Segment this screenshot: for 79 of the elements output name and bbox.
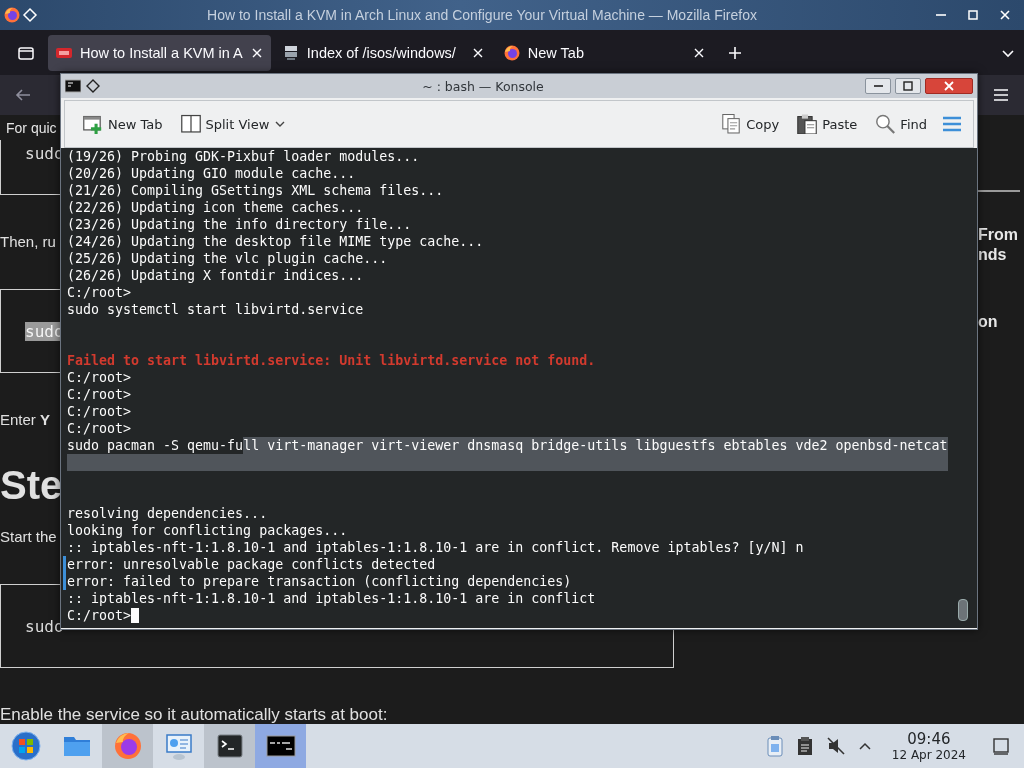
clock-date: 12 Apr 2024 — [891, 747, 966, 762]
terminal-icon — [214, 731, 245, 761]
clock[interactable]: 09:46 12 Apr 2024 — [891, 730, 966, 762]
shell-prompt: C:/root> — [67, 403, 132, 420]
muted-speaker-icon[interactable] — [825, 736, 846, 756]
maximize-icon — [902, 80, 914, 92]
toolbar-button[interactable]: Split View — [176, 110, 291, 138]
toolbar-button[interactable]: Find — [871, 110, 931, 138]
tab-favicon — [503, 44, 520, 61]
banner-text: For quic — [6, 119, 57, 136]
start-menu-icon — [10, 731, 41, 761]
terminal-line: looking for conflicting packages... — [67, 522, 348, 539]
toolbar-button[interactable]: Paste — [793, 110, 862, 138]
paragraph-text: Enable the service so it automatically starts at boot: — [0, 705, 388, 724]
section-heading: Ste — [0, 465, 64, 505]
paste-icon — [797, 114, 818, 134]
terminal-line: :: iptables-nft-1:1.8.10-1 and iptables-1:1.8.10-1 are in conflict. Remove iptables? [y/N] n — [67, 539, 804, 556]
clipboard-icon[interactable] — [765, 735, 784, 757]
firefox-icon — [4, 7, 20, 23]
terminal-line: (25/26) Updating the vlc plugin cache... — [67, 250, 388, 267]
new-tab-icon — [83, 114, 103, 134]
close-icon[interactable] — [692, 46, 705, 59]
terminal-icon — [65, 79, 81, 93]
browser-tab[interactable]: New Tab — [495, 34, 713, 71]
paragraph-text: Then, ru — [0, 233, 56, 250]
toolbar-button[interactable]: New Tab — [79, 110, 167, 138]
terminal-line: sudo pacman -S qemu-full virt-manager virt-viewer dnsmasq bridge-utils libguestfs ebtables vde2 openbsd-netcat — [67, 437, 948, 454]
window-title: How to Install a KVM in Arch Linux and Configure Your Virtual Machine — Mozilla Firefox — [206, 7, 758, 23]
firefox-icon — [112, 731, 143, 761]
shell-prompt: C:/root> — [67, 284, 132, 301]
split-view-icon — [180, 114, 201, 134]
terminal-line: (22/26) Updating icon theme caches... — [67, 199, 364, 216]
plus-icon[interactable] — [726, 44, 743, 61]
sidebar-text: From — [978, 226, 1018, 243]
network-monitor-icon — [163, 731, 194, 761]
terminal-line: (19/26) Probing GDK-Pixbuf loader modules... — [67, 148, 420, 165]
terminal-line: resolving dependencies... — [67, 505, 268, 522]
close-icon — [943, 80, 955, 92]
terminal-line: (20/26) Updating GIO module cache... — [67, 165, 356, 182]
shell-prompt: C:/root> — [67, 420, 132, 437]
clock-time: 09:46 — [907, 730, 951, 748]
notes-icon[interactable] — [795, 736, 814, 756]
scrollbar-thumb[interactable] — [958, 599, 968, 621]
taskbar-button[interactable] — [204, 724, 255, 768]
terminal-line: error: failed to prepare transaction (conflicting dependencies) — [67, 573, 572, 590]
toolbar-button[interactable]: Copy — [717, 110, 784, 138]
minimize-icon — [873, 85, 883, 87]
tab-favicon — [282, 44, 299, 61]
shell-prompt: C:/root> — [67, 607, 132, 624]
browser-tab[interactable]: How to Install a KVM in A — [48, 34, 271, 71]
minimize-icon — [936, 14, 946, 16]
minimize-button[interactable] — [865, 78, 891, 94]
window-title: ~ : bash — Konsole — [421, 78, 545, 94]
browser-tab[interactable]: Index of /isos/windows/ — [274, 34, 492, 71]
menu-icon[interactable] — [992, 86, 1010, 104]
copy-icon — [721, 114, 742, 134]
terminal-line: (24/26) Updating the desktop file MIME type cache... — [67, 233, 484, 250]
maximize-icon — [965, 7, 981, 23]
taskbar-button[interactable] — [255, 724, 306, 768]
paragraph-text: Enter Y — [0, 411, 51, 428]
close-button[interactable] — [925, 78, 973, 94]
terminal-line: :: iptables-nft-1:1.8.10-1 and iptables-1:1.8.10-1 are in conflict — [67, 590, 596, 607]
show-desktop-icon[interactable] — [992, 737, 1010, 755]
sidebar-text: on — [978, 313, 998, 330]
close-icon[interactable] — [250, 46, 263, 59]
error-message: Failed to start libvirtd.service: Unit libvirtd.service not found. — [67, 352, 596, 369]
maximize-button[interactable] — [895, 78, 921, 94]
pin-icon[interactable] — [85, 78, 101, 94]
search-icon — [875, 114, 896, 134]
terminal-line: (21/26) Compiling GSettings XML schema files... — [67, 182, 444, 199]
sidebar-text: nds — [978, 246, 1007, 263]
shell-prompt: C:/root> — [67, 386, 132, 403]
terminal-line: sudo systemctl start libvirtd.service — [67, 301, 364, 318]
shell-prompt: C:/root> — [67, 369, 132, 386]
terminal-line: (23/26) Updating the info directory file... — [67, 216, 412, 233]
close-icon[interactable] — [471, 46, 484, 59]
paragraph-text: Start the — [0, 528, 57, 545]
terminal-line: error: unresolvable package conflicts detected — [67, 556, 436, 573]
terminal-line: (26/26) Updating X fontdir indices... — [67, 267, 364, 284]
